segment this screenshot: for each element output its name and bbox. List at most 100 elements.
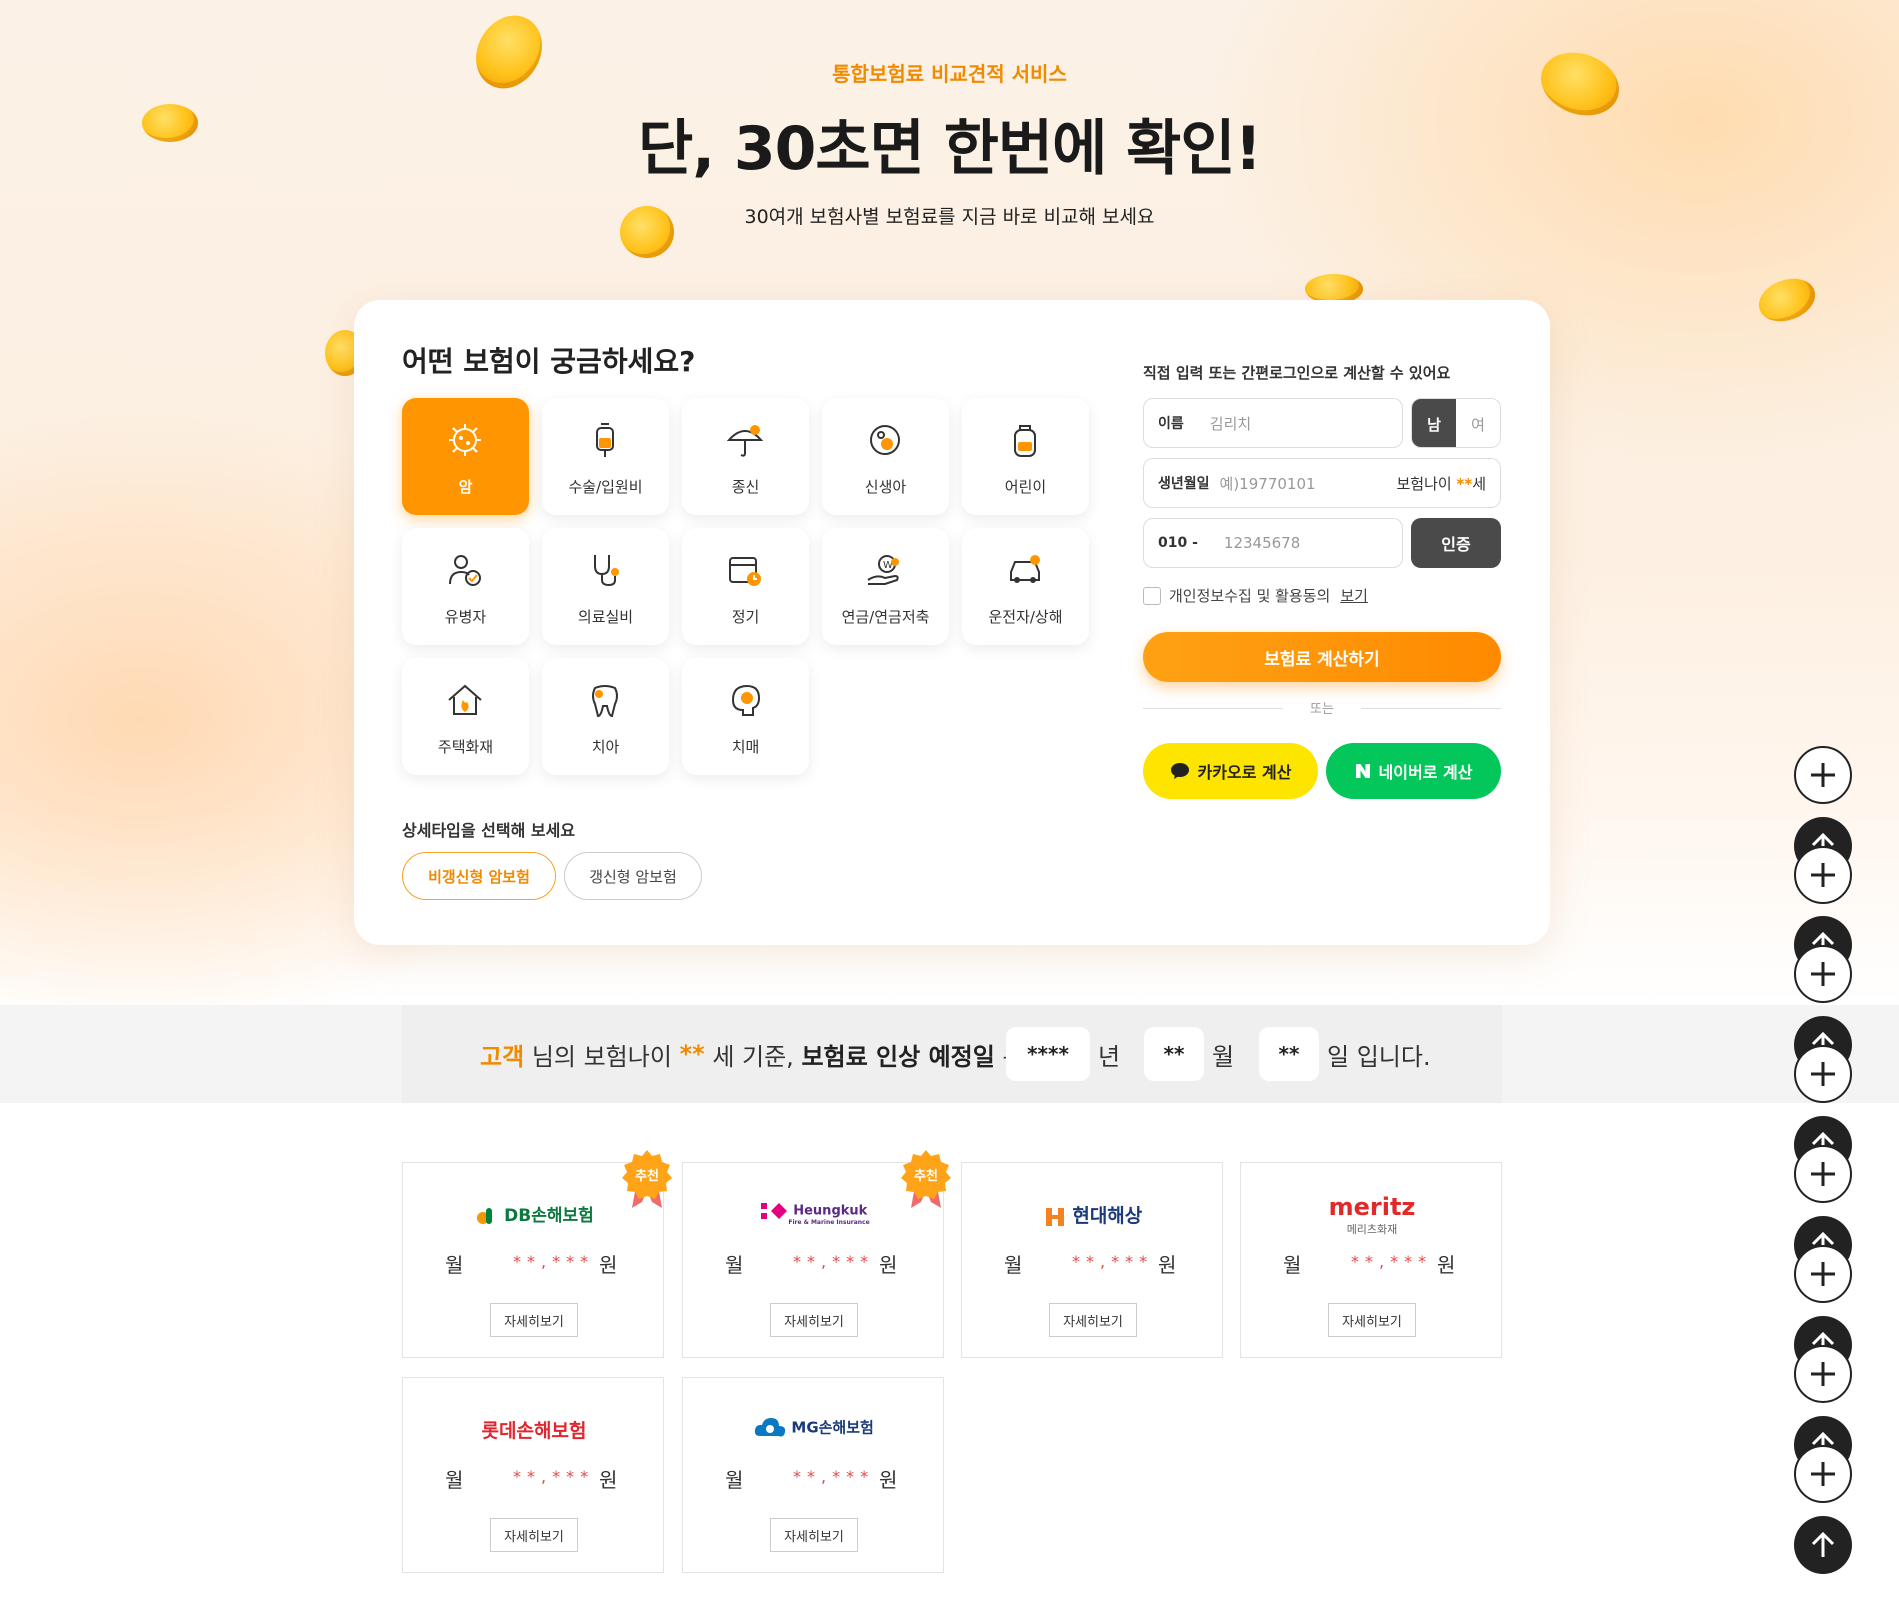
category-pension[interactable]: W 연금/연금저축 — [822, 528, 949, 645]
price-unit: 원 — [599, 1468, 618, 1492]
age-suffix: 세 — [1472, 474, 1486, 493]
plus-icon — [1811, 1462, 1835, 1486]
naver-n-icon — [1355, 764, 1370, 778]
detail-button[interactable]: 자세히보기 — [490, 1518, 578, 1552]
category-whole-life[interactable]: 종신 — [682, 398, 809, 515]
expand-button[interactable] — [1794, 1145, 1852, 1203]
calculate-button[interactable]: 보험료 계산하기 — [1143, 632, 1501, 682]
kakao-button[interactable]: 카카오로 계산 — [1143, 743, 1318, 799]
recommend-badge: 추천 — [622, 1150, 672, 1208]
subtype-renewable[interactable]: 갱신형 암보험 — [564, 852, 702, 900]
category-home-fire[interactable]: 주택화재 — [402, 658, 529, 775]
arrow-up-icon — [1811, 1531, 1835, 1557]
category-dental[interactable]: 치아 — [542, 658, 669, 775]
notice-t3: 보험료 인상 예정일 — [801, 1042, 995, 1071]
birth-field[interactable]: 생년월일 예)19770101 보험나이 **세 — [1143, 458, 1501, 508]
category-preexisting[interactable]: 유병자 — [402, 528, 529, 645]
consent-view-link[interactable]: 보기 — [1340, 585, 1368, 606]
phone-prefix: 010 - — [1158, 535, 1198, 551]
insurer-logo: MG손해보험 — [683, 1416, 945, 1440]
notice-age: ** — [679, 1040, 705, 1068]
premium-notice-band: 고객 님의 보험나이 ** 세 기준, 보험료 인상 예정일 은 **** 년 … — [0, 1005, 1899, 1103]
db-logo-icon — [477, 1208, 493, 1224]
insurer-name-sub: 메리츠화재 — [1346, 1223, 1398, 1236]
iv-bag-icon — [596, 423, 614, 457]
form-title: 직접 입력 또는 간편로그인으로 계산할 수 있어요 — [1143, 364, 1451, 382]
consent-checkbox[interactable] — [1143, 586, 1161, 605]
plus-icon — [1811, 1162, 1835, 1186]
insurer-logo: meritz 메리츠화재 — [1241, 1193, 1503, 1237]
coin-decoration — [1752, 271, 1822, 329]
category-surgery[interactable]: 수술/입원비 — [542, 398, 669, 515]
notice-day-unit: 일 입니다. — [1327, 1042, 1431, 1071]
category-newborn[interactable]: 신생아 — [822, 398, 949, 515]
expand-button[interactable] — [1794, 1345, 1852, 1403]
birth-label: 생년월일 — [1158, 476, 1210, 492]
notice-text: 고객 님의 보험나이 ** 세 기준, 보험료 인상 예정일 은 — [480, 1005, 1025, 1103]
category-child[interactable]: 어린이 — [962, 398, 1089, 515]
name-field[interactable]: 이름 김리치 — [1143, 398, 1403, 448]
name-placeholder: 김리치 — [1209, 414, 1252, 433]
money-hand-icon: W — [867, 555, 899, 585]
expand-button[interactable] — [1794, 846, 1852, 904]
insurer-logo: 롯데손해보험 — [403, 1416, 665, 1443]
kakao-label: 카카오로 계산 — [1197, 763, 1292, 782]
insurer-name: MG손해보험 — [791, 1418, 874, 1437]
expand-button[interactable] — [1794, 1045, 1852, 1103]
notice-year-box: **** — [1006, 1027, 1090, 1081]
mg-logo-icon — [755, 1418, 786, 1437]
gender-female-button[interactable]: 여 — [1456, 399, 1500, 447]
insurer-card-lotte: 롯데손해보험 월 **,*** 원 자세히보기 — [402, 1377, 664, 1573]
expand-button[interactable] — [1794, 746, 1852, 804]
price-unit: 원 — [879, 1468, 898, 1492]
category-label: 신생아 — [864, 478, 907, 496]
detail-button[interactable]: 자세히보기 — [490, 1303, 578, 1337]
category-label: 치매 — [731, 738, 760, 756]
category-term[interactable]: 정기 — [682, 528, 809, 645]
verify-button[interactable]: 인증 — [1411, 518, 1501, 568]
backpack-icon — [1014, 425, 1036, 457]
phone-field[interactable]: 010 - 12345678 — [1143, 518, 1403, 568]
category-medical[interactable]: 의료실비 — [542, 528, 669, 645]
expand-button[interactable] — [1794, 945, 1852, 1003]
quote-card: 어떤 보험이 궁금하세요? 암 수술/입원비 종신 신생아 어린이 유병자 의료… — [354, 300, 1550, 945]
expand-button[interactable] — [1794, 1245, 1852, 1303]
detail-button[interactable]: 자세히보기 — [1328, 1303, 1416, 1337]
expand-button[interactable] — [1794, 1445, 1852, 1503]
detail-button[interactable]: 자세히보기 — [1049, 1303, 1137, 1337]
category-cancer[interactable]: 암 — [402, 398, 529, 515]
price-unit: 원 — [879, 1253, 898, 1277]
phone-placeholder: 12345678 — [1223, 534, 1301, 552]
price-unit: 원 — [599, 1253, 618, 1277]
category-label: 종신 — [731, 478, 760, 496]
category-label: 정기 — [731, 608, 760, 626]
price-month: 월 — [725, 1253, 744, 1277]
notice-month-box: ** — [1144, 1027, 1204, 1081]
notice-inner: 고객 님의 보험나이 ** 세 기준, 보험료 인상 예정일 은 **** 년 … — [402, 1005, 1502, 1103]
naver-label: 네이버로 계산 — [1378, 763, 1473, 782]
price-unit: 원 — [1437, 1253, 1456, 1277]
insurer-name: 롯데손해보험 — [481, 1420, 587, 1442]
category-title: 어떤 보험이 궁금하세요? — [402, 345, 696, 378]
naver-button[interactable]: 네이버로 계산 — [1326, 743, 1501, 799]
price-month: 월 — [445, 1468, 464, 1492]
insurer-card-hyundai: 현대해상 월 **,*** 원 자세히보기 — [961, 1162, 1223, 1358]
insurer-card-mg: MG손해보험 월 **,*** 원 자세히보기 — [682, 1377, 944, 1573]
heungkuk-logo-icon — [760, 1203, 787, 1219]
hero-eyebrow: 통합보험료 비교견적 서비스 — [832, 62, 1067, 86]
insurer-name-sub: Fire & Marine Insurance — [788, 1219, 870, 1226]
subtype-non-renewable[interactable]: 비갱신형 암보험 — [402, 852, 556, 900]
category-label: 유병자 — [444, 608, 487, 626]
detail-button[interactable]: 자세히보기 — [770, 1518, 858, 1552]
name-label: 이름 — [1158, 416, 1184, 432]
category-driver[interactable]: 운전자/상해 — [962, 528, 1089, 645]
notice-month-unit: 월 — [1212, 1042, 1235, 1071]
detail-button[interactable]: 자세히보기 — [770, 1303, 858, 1337]
plus-icon — [1811, 863, 1835, 887]
hyundai-logo-icon — [1045, 1207, 1064, 1226]
car-icon — [1010, 555, 1040, 583]
category-dementia[interactable]: 치매 — [682, 658, 809, 775]
insurer-name: 현대해상 — [1072, 1205, 1143, 1227]
scroll-top-button[interactable] — [1794, 1516, 1852, 1574]
gender-male-button[interactable]: 남 — [1412, 399, 1456, 447]
